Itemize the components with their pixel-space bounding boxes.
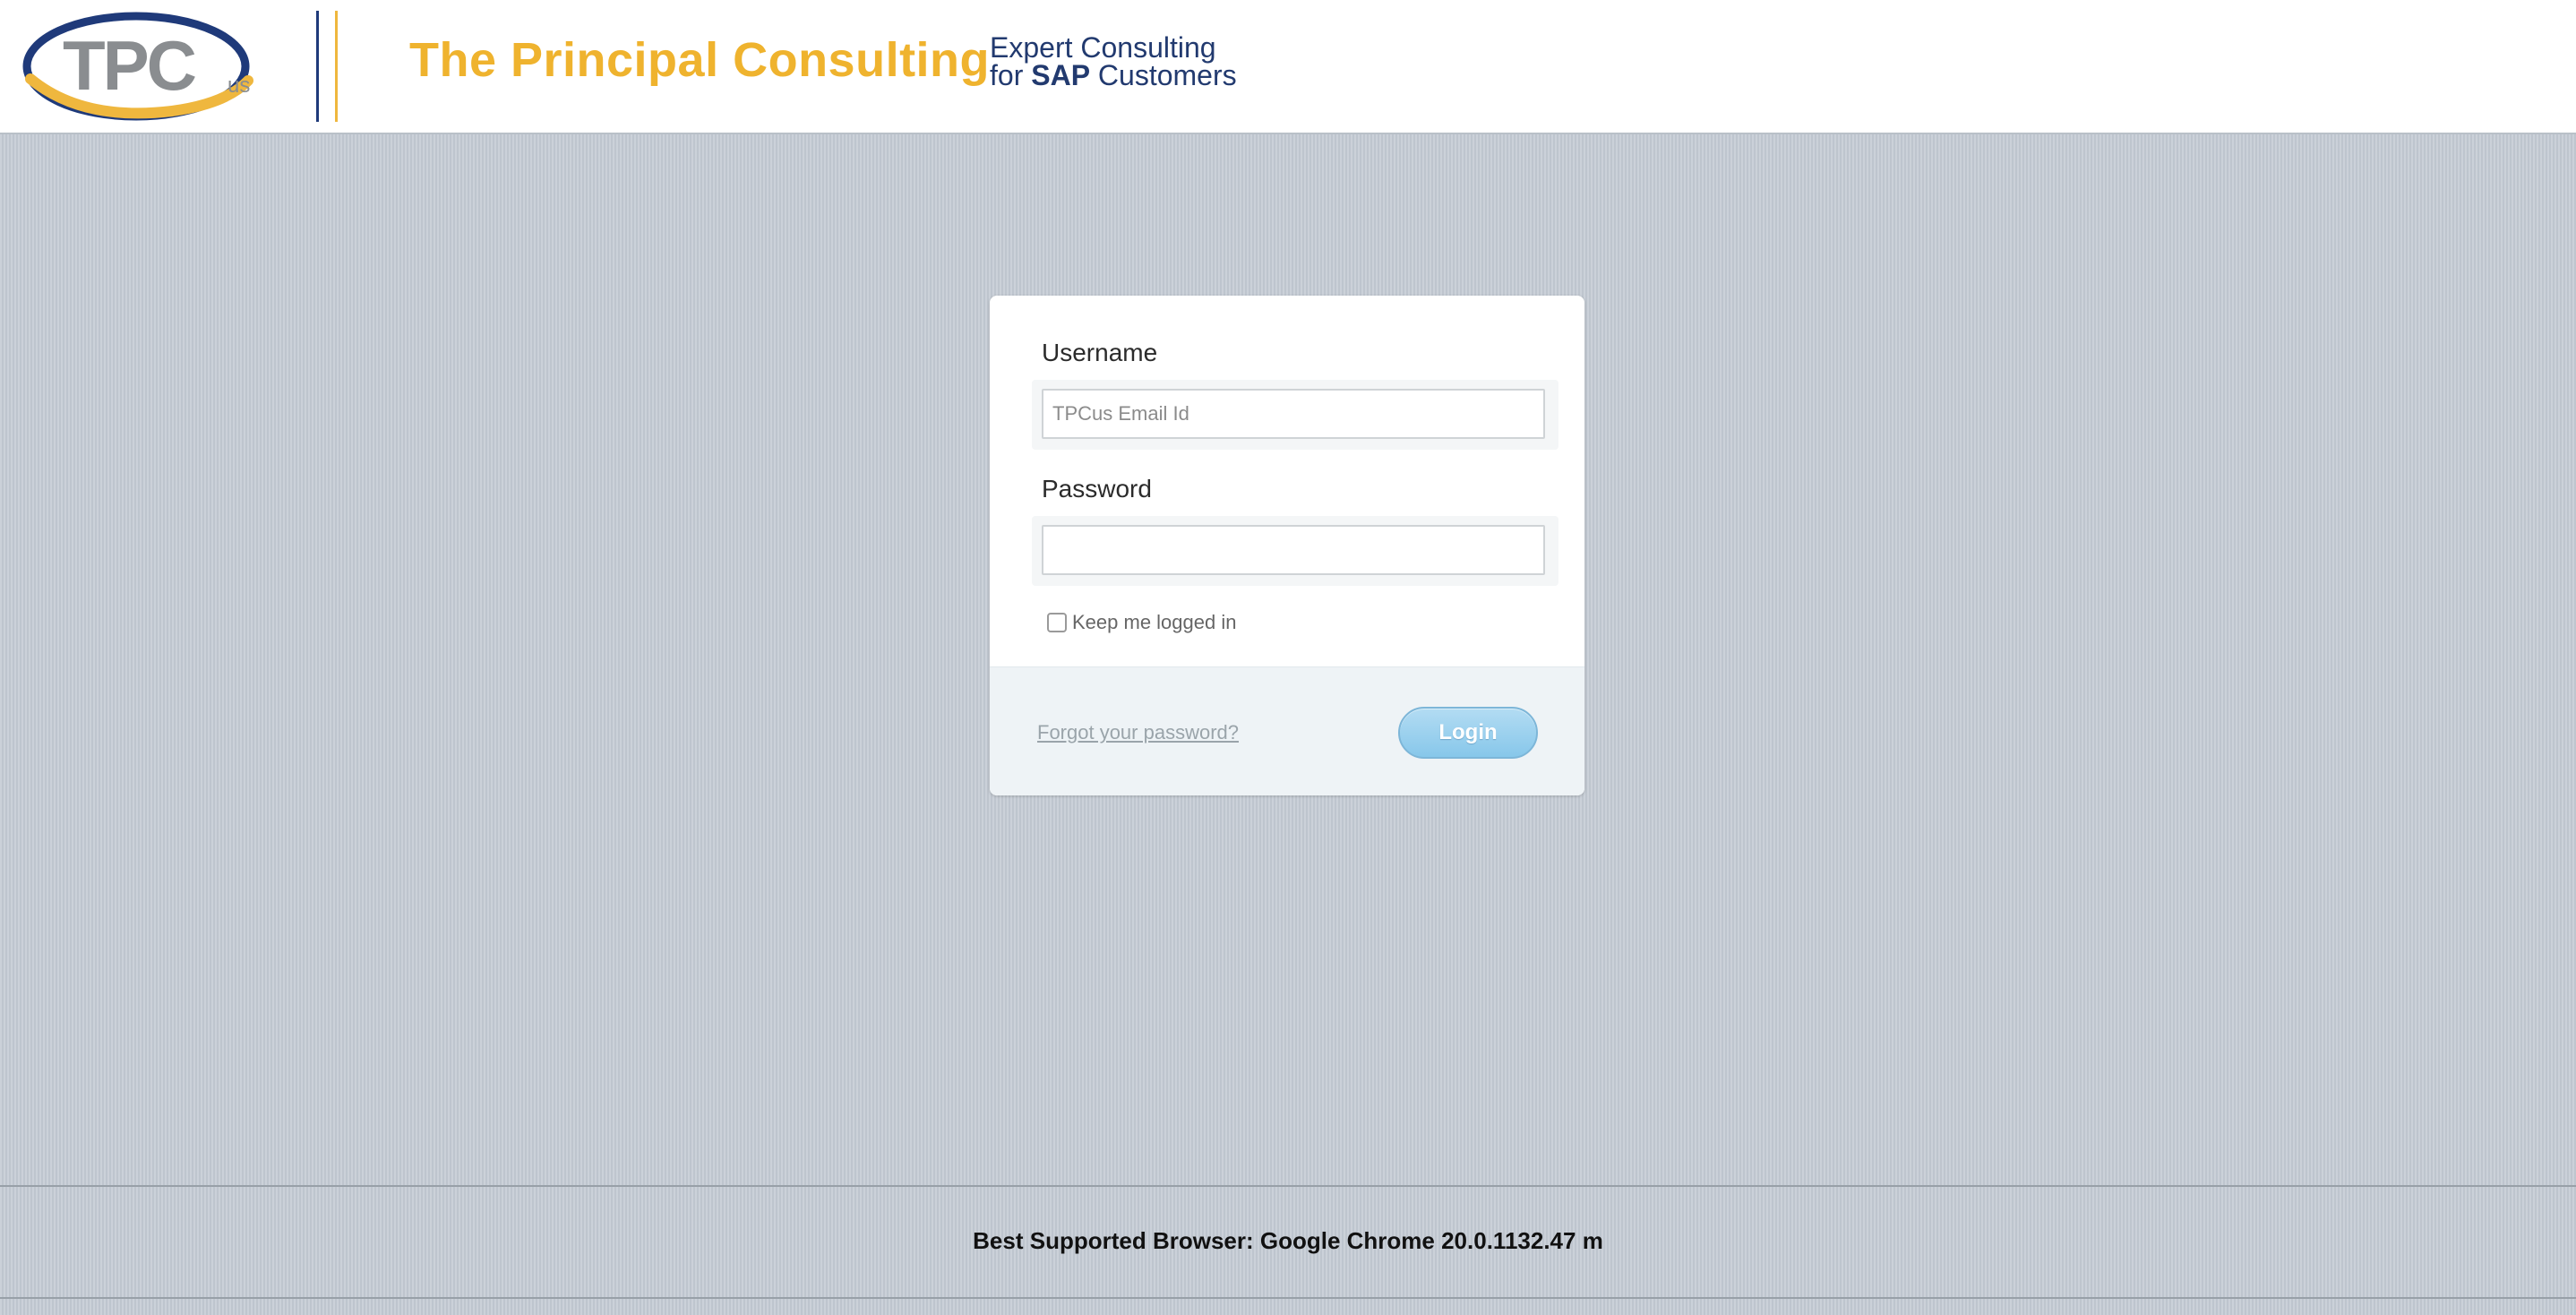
supported-browser-note: Best Supported Browser: Google Chrome 20… [973,1227,1603,1254]
remember-me-label[interactable]: Keep me logged in [1072,611,1236,634]
footer-divider-bottom [0,1297,2576,1299]
username-field-wrap [1032,380,1558,450]
remember-me-checkbox[interactable] [1047,613,1067,632]
login-card-footer: Forgot your password? Login [990,666,1584,795]
logo-suffix: us [228,73,250,98]
login-button[interactable]: Login [1398,707,1538,759]
remember-me[interactable]: Keep me logged in [1047,611,1236,634]
forgot-password-link[interactable]: Forgot your password? [1037,721,1239,744]
tagline-line2-prefix: for [990,59,1032,91]
logo-text: TPC [63,26,196,105]
tagline-line1: Expert Consulting [990,31,1216,64]
tagline: Expert Consulting for SAP Customers [990,31,1237,91]
tagline-line2-suffix: Customers [1090,59,1237,91]
username-input[interactable] [1042,389,1545,439]
tpc-swoosh-logo-icon: TPC us [22,12,253,121]
password-label: Password [1042,475,1152,503]
password-input[interactable] [1042,525,1545,575]
header-divider-blue [316,11,319,122]
username-label: Username [1042,339,1158,366]
header-divider-yellow [335,11,338,122]
login-card: Username Password Keep me logged in Forg… [990,296,1584,795]
password-field-wrap [1032,516,1558,586]
company-name: The Principal Consulting [409,33,991,87]
tpc-logo[interactable]: TPC us [20,7,262,122]
tagline-sap: SAP [1031,59,1091,91]
tagline-line2: for SAP Customers [990,59,1237,91]
footer-divider-top [0,1185,2576,1187]
header: TPC us The Principal Consulting Expert C… [0,0,2576,134]
